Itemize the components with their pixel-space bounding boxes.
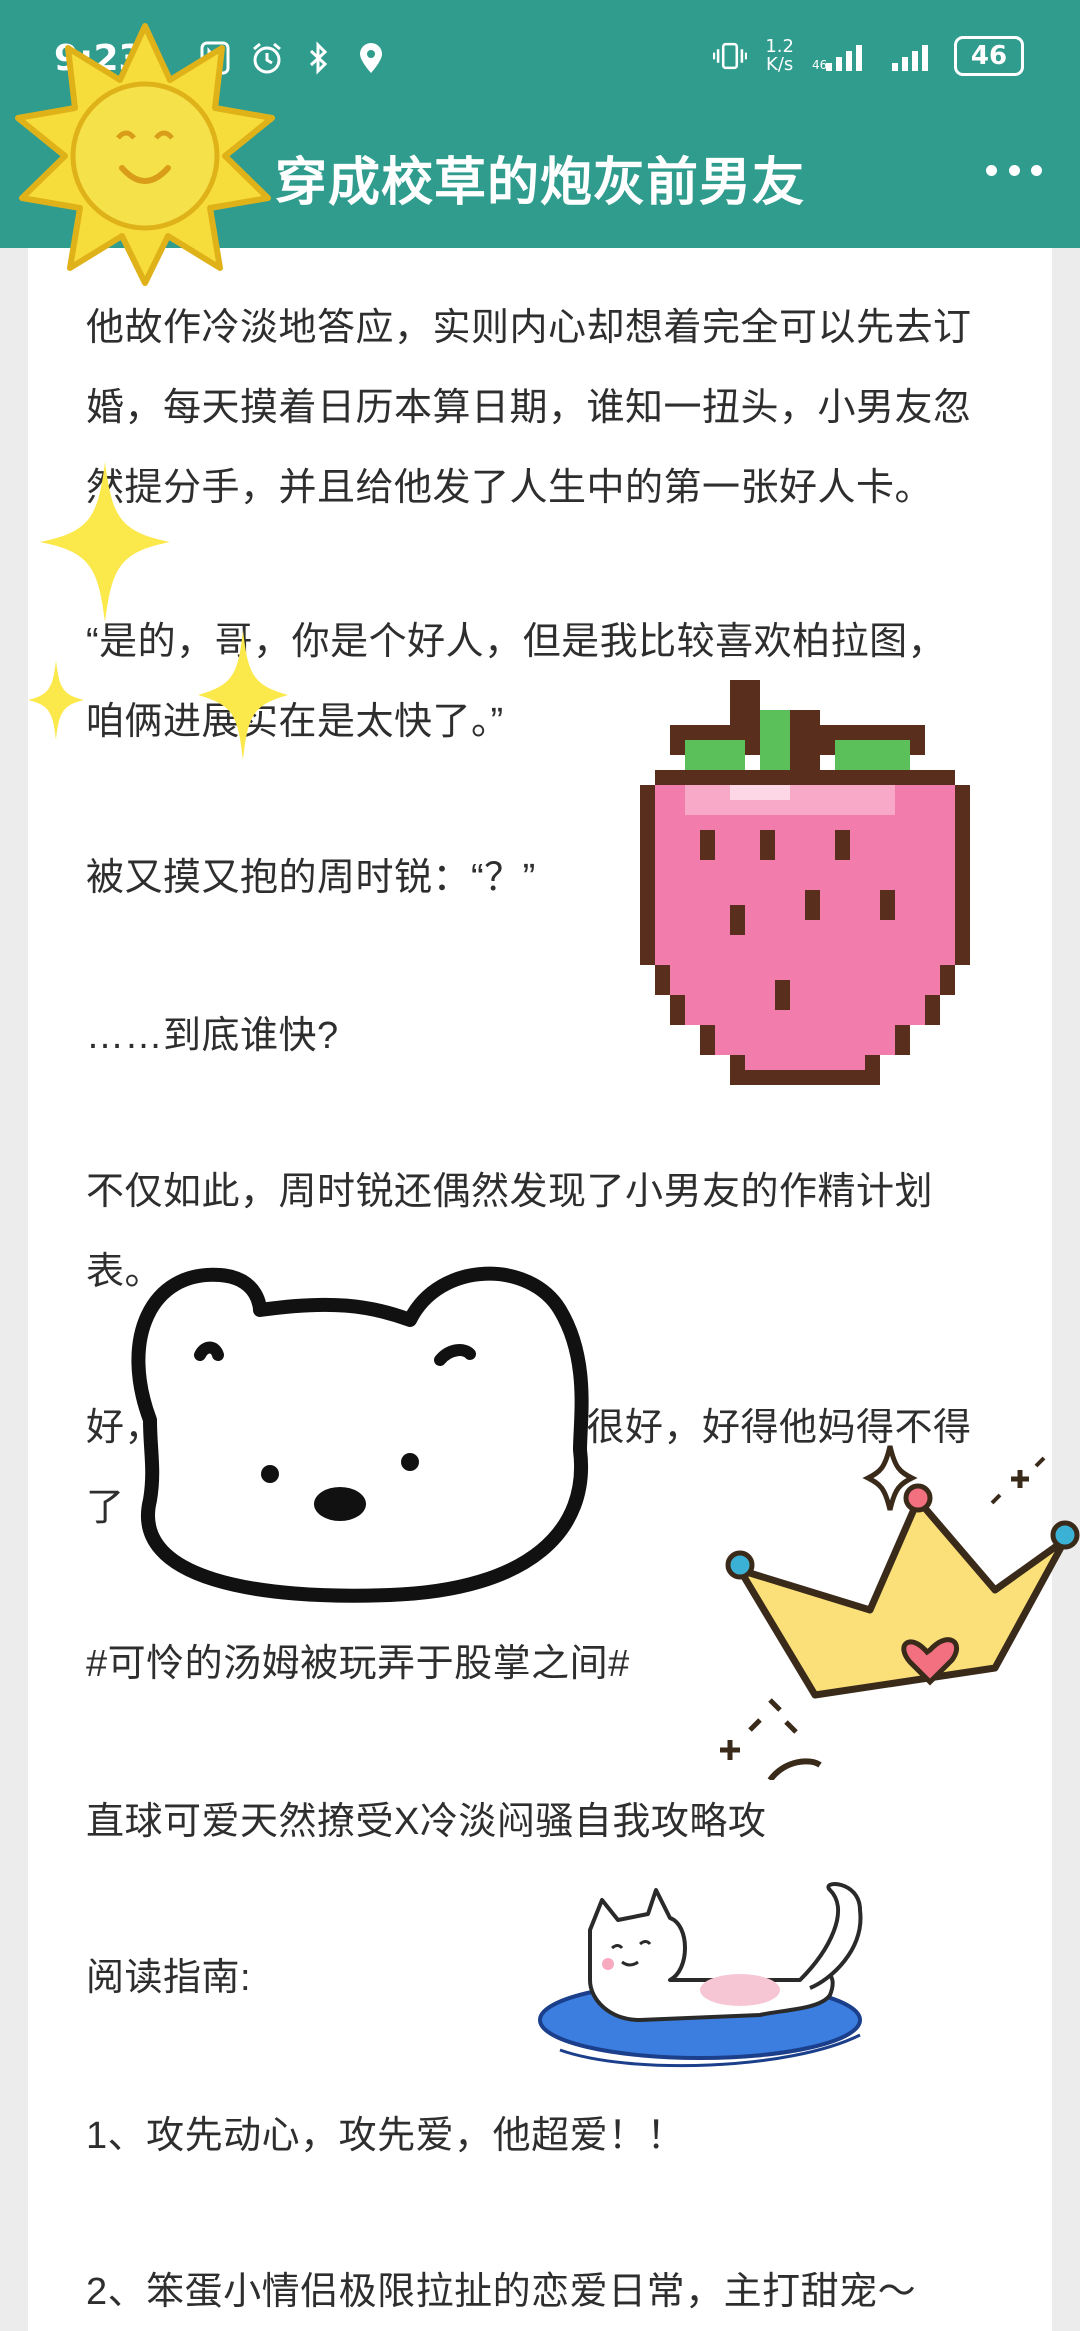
signal-icon-2 [890,36,936,76]
article-line: 他故作冷淡地答应，实则内心却想着完全可以先去订 [86,307,972,349]
strawberry-sticker [640,680,970,1100]
article-line: 婚，每天摸着日历本算日期，谁知一扭头，小男友忽 [86,387,972,429]
svg-text:46: 46 [812,58,827,71]
signal-icon: 46 [812,36,872,76]
article-line: 不仅如此，周时锐还偶然发现了小男友的作精计划 [86,1171,934,1213]
article-line: 直球可爱天然撩受X冷淡闷骚自我攻略攻 [86,1801,767,1843]
article-line: 然提分手，并且给他发了人生中的第一张好人卡。 [86,467,934,509]
cat-on-cushion-sticker [530,1870,890,2080]
dot-icon [986,164,997,176]
net-speed: 1.2 K/s [765,38,794,74]
bluetooth-icon [302,38,336,78]
dot-icon [1008,164,1020,176]
article-line: #可怜的汤姆被玩弄于股掌之间# [86,1643,630,1685]
battery-indicator: 46 [954,36,1024,76]
sparkle-icon [28,660,84,740]
net-speed-unit: K/s [766,54,794,75]
location-icon [354,38,388,78]
article-line: 被又摸又抱的周时锐：“？” [86,857,536,899]
article-line: 2、笨蛋小情侣极限拉扯的恋爱日常，主打甜宠～ [86,2271,917,2313]
crown-sticker [690,1440,1080,1782]
article-line: 咱俩进展实在是太快了。” [86,701,504,743]
status-right-icons: 1.2 K/s 46 46 [713,36,1024,76]
bear-doodle-sticker [110,1250,610,1610]
dot-icon [1031,164,1042,176]
article-line: 阅读指南: [86,1957,252,1999]
more-options-button[interactable] [986,150,1042,190]
sun-sticker [10,18,280,288]
article-line: ……到底谁快? [86,1015,339,1057]
vibrate-icon [713,36,748,76]
sparkle-icon [198,630,288,760]
sparkle-icon [40,462,170,622]
article-line: 1、攻先动心，攻先爱，他超爱！！ [86,2115,686,2157]
